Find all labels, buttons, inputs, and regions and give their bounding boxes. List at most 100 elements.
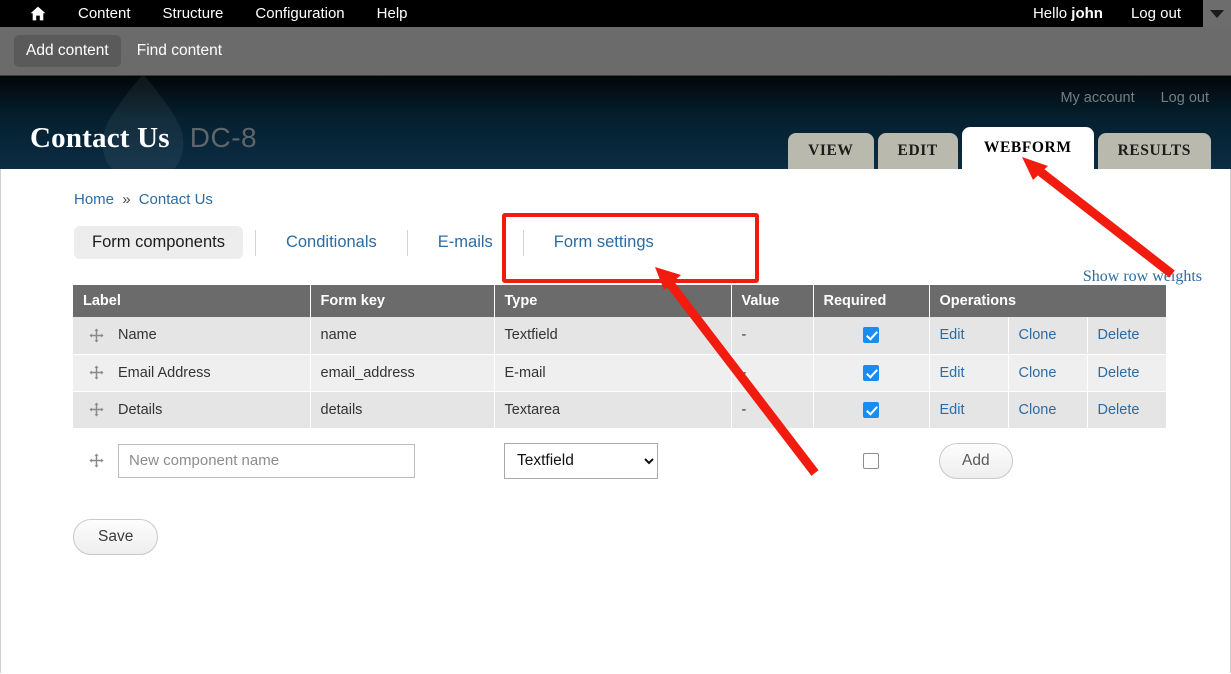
site-header: Contact Us DC-8 My account Log out VIEW … <box>0 76 1231 169</box>
cell-add-button: Add <box>929 428 1166 489</box>
column-header-label: Label <box>73 285 311 317</box>
cell-form-key: email_address <box>310 354 495 392</box>
cell-new-component-required <box>813 428 929 489</box>
sub-tab-conditionals[interactable]: Conditionals <box>268 226 395 259</box>
cell-new-component-name <box>73 428 494 489</box>
required-checkbox[interactable] <box>863 327 879 344</box>
component-label: Details <box>118 401 163 418</box>
cell-value: - <box>731 317 814 355</box>
cell-label: Name <box>73 317 311 355</box>
table-row: Details details Textarea - Edit Clone De… <box>73 391 1167 429</box>
admin-menu-structure[interactable]: Structure <box>147 0 240 27</box>
component-label: Email Address <box>118 364 211 381</box>
add-button[interactable]: Add <box>939 442 1013 479</box>
delete-link[interactable]: Delete <box>1098 365 1140 381</box>
drag-move-icon[interactable] <box>89 453 104 468</box>
clone-link[interactable]: Clone <box>1019 365 1057 381</box>
admin-menu-help[interactable]: Help <box>361 0 424 27</box>
greeting-prefix: Hello <box>1032 5 1072 22</box>
site-title: Contact Us <box>30 122 170 154</box>
table-row: Email Address email_address E-mail - Edi… <box>73 354 1167 392</box>
cell-required <box>813 391 930 429</box>
tab-results[interactable]: RESULTS <box>1097 133 1211 169</box>
cell-value: - <box>731 391 814 429</box>
sub-tab-divider <box>522 229 524 256</box>
sub-tab-divider <box>254 229 256 256</box>
cell-required <box>813 317 930 355</box>
column-header-value: Value <box>731 285 814 317</box>
cell-new-component-type: TextfieldTextareaE-mailSelect optionsDat… <box>494 428 813 489</box>
save-button[interactable]: Save <box>73 518 159 555</box>
sub-tab-form-components[interactable]: Form components <box>74 226 243 259</box>
header-user-links: My account Log out <box>1060 90 1209 106</box>
edit-link[interactable]: Edit <box>940 365 965 381</box>
required-checkbox[interactable] <box>863 364 879 381</box>
edit-link[interactable]: Edit <box>940 402 965 418</box>
cell-form-key: details <box>310 391 495 429</box>
breadcrumb-home[interactable]: Home <box>74 191 114 208</box>
header-logout-link[interactable]: Log out <box>1161 90 1209 106</box>
cell-operations: Edit Clone Delete <box>929 391 1167 429</box>
admin-toolbar-menu: Content Structure Configuration Help <box>14 0 424 27</box>
page-content: Home » Contact Us Form components Condit… <box>0 169 1231 673</box>
table-row: Name name Textfield - Edit Clone Delete <box>73 317 1167 355</box>
sub-tab-divider <box>406 229 408 256</box>
required-checkbox[interactable] <box>863 401 879 418</box>
my-account-link[interactable]: My account <box>1060 90 1134 106</box>
drag-move-icon[interactable] <box>89 365 104 380</box>
breadcrumb: Home » Contact Us <box>1 169 1230 208</box>
breadcrumb-separator: » <box>122 191 131 208</box>
column-header-type: Type <box>494 285 732 317</box>
cell-value: - <box>731 354 814 392</box>
admin-toolbar-user-area: Hello john Log out <box>1019 0 1195 27</box>
form-components-table: Label Form key Type Value Required Opera… <box>73 285 1167 489</box>
clone-link[interactable]: Clone <box>1019 327 1057 343</box>
sub-tab-form-settings[interactable]: Form settings <box>536 226 672 259</box>
component-label: Name <box>118 327 157 344</box>
sub-toolbar-find-content[interactable]: Find content <box>125 35 234 67</box>
cell-label: Email Address <box>73 354 311 392</box>
edit-link[interactable]: Edit <box>940 327 965 343</box>
new-component-type-select[interactable]: TextfieldTextareaE-mailSelect optionsDat… <box>504 442 658 479</box>
form-actions: Save <box>73 518 1230 555</box>
clone-link[interactable]: Clone <box>1019 402 1057 418</box>
user-name: john <box>1071 5 1103 22</box>
webform-sub-tabs: Form components Conditionals E-mails For… <box>74 226 764 259</box>
site-slogan: DC-8 <box>189 122 258 153</box>
tab-webform[interactable]: WEBFORM <box>961 127 1094 169</box>
add-component-row: TextfieldTextareaE-mailSelect optionsDat… <box>73 428 1166 489</box>
admin-logout-link[interactable]: Log out <box>1117 0 1195 27</box>
admin-menu-configuration[interactable]: Configuration <box>239 0 360 27</box>
cell-form-key: name <box>310 317 495 355</box>
admin-menu-content[interactable]: Content <box>62 0 147 27</box>
cell-label: Details <box>73 391 311 429</box>
column-header-form-key: Form key <box>310 285 495 317</box>
home-icon[interactable] <box>14 6 62 21</box>
cell-operations: Edit Clone Delete <box>929 317 1167 355</box>
cell-type: Textarea <box>494 391 732 429</box>
breadcrumb-current[interactable]: Contact Us <box>139 191 213 208</box>
drag-move-icon[interactable] <box>89 402 104 417</box>
show-row-weights-link[interactable]: Show row weights <box>1083 268 1202 286</box>
sub-toolbar-add-content[interactable]: Add content <box>14 35 121 67</box>
delete-link[interactable]: Delete <box>1098 327 1140 343</box>
column-header-required: Required <box>813 285 930 317</box>
new-required-checkbox[interactable] <box>863 452 879 469</box>
cell-type: E-mail <box>494 354 732 392</box>
cell-required <box>813 354 930 392</box>
delete-link[interactable]: Delete <box>1098 402 1140 418</box>
sub-tab-emails[interactable]: E-mails <box>420 226 511 259</box>
chevron-down-icon <box>1210 9 1224 18</box>
tab-view[interactable]: VIEW <box>788 133 874 169</box>
primary-tabs: VIEW EDIT WEBFORM RESULTS <box>788 127 1211 169</box>
admin-toolbar-toggle[interactable] <box>1203 0 1231 27</box>
admin-toolbar: Content Structure Configuration Help Hel… <box>0 0 1231 27</box>
site-branding: Contact Us DC-8 <box>30 122 257 155</box>
admin-secondary-toolbar: Add content Find content <box>0 27 1231 76</box>
cell-operations: Edit Clone Delete <box>929 354 1167 392</box>
tab-edit[interactable]: EDIT <box>877 133 958 169</box>
drag-move-icon[interactable] <box>89 328 104 343</box>
new-component-name-input[interactable] <box>118 443 415 478</box>
table-header-row: Label Form key Type Value Required Opera… <box>73 285 1166 317</box>
column-header-operations: Operations <box>929 285 1166 317</box>
